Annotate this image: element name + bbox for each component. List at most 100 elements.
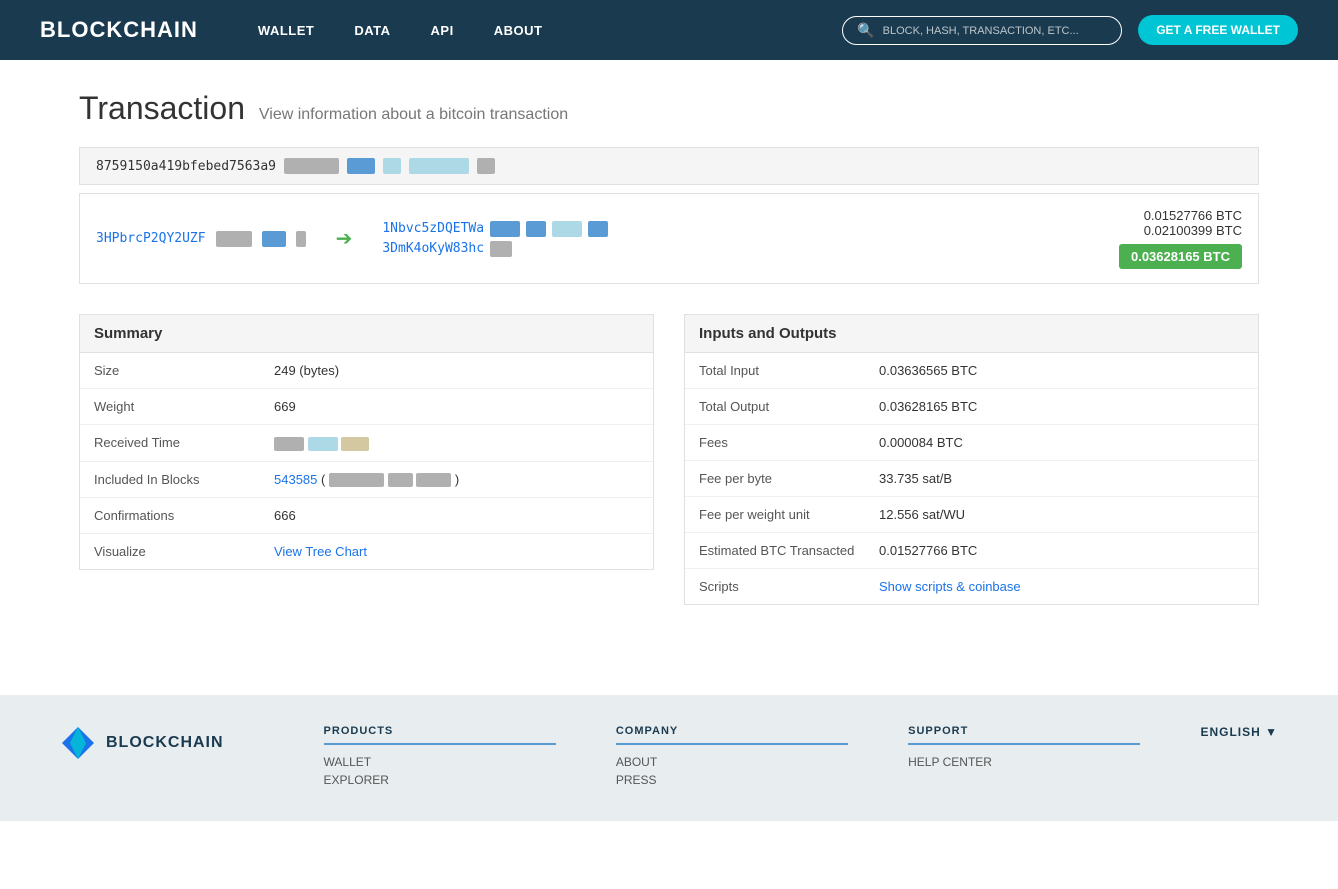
tx-flow-row: 3HPbrcP2QY2UZF ➔ 1Nbvc5zDQETWa 3DmK4oKyW… [79, 193, 1259, 284]
label-total-input: Total Input [699, 363, 879, 378]
tx-amounts: 0.01527766 BTC 0.02100399 BTC 0.03628165… [1119, 208, 1242, 269]
redacted-time-2 [308, 437, 338, 451]
search-bar: 🔍 [842, 16, 1122, 45]
footer-link-help[interactable]: HELP CENTER [908, 755, 1140, 769]
inputs-outputs-table: Total Input 0.03636565 BTC Total Output … [684, 352, 1259, 605]
footer-logo-icon [60, 725, 96, 761]
footer-link-wallet[interactable]: WALLET [324, 755, 556, 769]
redacted-time-3 [341, 437, 369, 451]
value-confirmations: 666 [274, 508, 639, 523]
io-row-fee-per-weight: Fee per weight unit 12.556 sat/WU [685, 497, 1258, 533]
value-total-output: 0.03628165 BTC [879, 399, 1244, 414]
main-content: Transaction View information about a bit… [39, 60, 1299, 635]
nav-about[interactable]: ABOUT [494, 23, 543, 38]
footer-col-support-title: SUPPORT [908, 725, 1140, 745]
tx-output-addr-2[interactable]: 3DmK4oKyW83hc [382, 241, 484, 256]
nav-api[interactable]: API [431, 23, 454, 38]
redacted-input-2 [262, 231, 286, 247]
label-fees: Fees [699, 435, 879, 450]
redacted-out-1 [490, 221, 520, 237]
footer-col-products-title: PRODUCTS [324, 725, 556, 745]
redacted-hash-2 [347, 158, 375, 174]
redacted-input-1 [216, 231, 252, 247]
io-row-total-output: Total Output 0.03628165 BTC [685, 389, 1258, 425]
header-logo: BLOCKCHAIN [40, 17, 198, 43]
search-input[interactable] [883, 23, 1108, 37]
label-size: Size [94, 363, 274, 378]
redacted-hash-3 [383, 158, 401, 174]
get-wallet-button[interactable]: GET A FREE WALLET [1138, 15, 1298, 45]
site-footer: BLOCKCHAIN PRODUCTS WALLET EXPLORER COMP… [0, 695, 1338, 821]
value-scripts: Show scripts & coinbase [879, 579, 1244, 594]
value-size: 249 (bytes) [274, 363, 639, 378]
label-estimated-btc: Estimated BTC Transacted [699, 543, 879, 558]
redacted-block-2 [388, 473, 413, 487]
tx-input-address[interactable]: 3HPbrcP2QY2UZF [96, 231, 206, 246]
arrow-icon: ➔ [336, 226, 353, 251]
value-received-time [274, 435, 639, 451]
redacted-time-1 [274, 437, 304, 451]
value-estimated-btc: 0.01527766 BTC [879, 543, 1244, 558]
io-row-scripts: Scripts Show scripts & coinbase [685, 569, 1258, 604]
label-confirmations: Confirmations [94, 508, 274, 523]
value-total-input: 0.03636565 BTC [879, 363, 1244, 378]
nav-data[interactable]: DATA [354, 23, 390, 38]
show-scripts-link[interactable]: Show scripts & coinbase [879, 579, 1021, 594]
footer-inner: BLOCKCHAIN PRODUCTS WALLET EXPLORER COMP… [60, 725, 1278, 791]
nav-wallet[interactable]: WALLET [258, 23, 314, 38]
summary-section: Summary Size 249 (bytes) Weight 669 Rece… [79, 314, 654, 605]
tx-amount-2: 0.02100399 BTC [1119, 223, 1242, 238]
page-title: Transaction [79, 90, 245, 126]
inputs-outputs-section: Inputs and Outputs Total Input 0.0363656… [684, 314, 1259, 605]
label-included-blocks: Included In Blocks [94, 472, 274, 488]
value-fee-per-byte: 33.735 sat/B [879, 471, 1244, 486]
site-header: BLOCKCHAIN WALLET DATA API ABOUT 🔍 GET A… [0, 0, 1338, 60]
redacted-out-5 [490, 241, 512, 257]
io-row-estimated-btc: Estimated BTC Transacted 0.01527766 BTC [685, 533, 1258, 569]
inputs-outputs-title: Inputs and Outputs [684, 314, 1259, 352]
tx-output-addresses: 1Nbvc5zDQETWa 3DmK4oKyW83hc [382, 221, 608, 257]
footer-col-products: PRODUCTS WALLET EXPLORER [324, 725, 556, 791]
value-fees: 0.000084 BTC [879, 435, 1244, 450]
summary-row-size: Size 249 (bytes) [80, 353, 653, 389]
summary-table: Size 249 (bytes) Weight 669 Received Tim… [79, 352, 654, 570]
footer-logo-text: BLOCKCHAIN [106, 734, 224, 752]
tx-hash-text: 8759150a419bfebed7563a9 [96, 159, 276, 174]
chevron-down-icon: ▼ [1265, 725, 1278, 739]
page-title-area: Transaction View information about a bit… [79, 90, 1259, 127]
label-scripts: Scripts [699, 579, 879, 594]
language-label: ENGLISH [1200, 725, 1260, 739]
language-button[interactable]: ENGLISH ▼ [1200, 725, 1278, 739]
label-received-time: Received Time [94, 435, 274, 451]
value-fee-per-weight: 12.556 sat/WU [879, 507, 1244, 522]
redacted-block-3 [416, 473, 451, 487]
tx-total-badge: 0.03628165 BTC [1119, 244, 1242, 269]
footer-col-company: COMPANY ABOUT PRESS [616, 725, 848, 791]
footer-language: ENGLISH ▼ [1200, 725, 1278, 739]
footer-link-press[interactable]: PRESS [616, 773, 848, 787]
summary-title: Summary [79, 314, 654, 352]
footer-link-explorer[interactable]: EXPLORER [324, 773, 556, 787]
io-row-fees: Fees 0.000084 BTC [685, 425, 1258, 461]
redacted-hash-4 [409, 158, 469, 174]
footer-link-about[interactable]: ABOUT [616, 755, 848, 769]
redacted-input-3 [296, 231, 306, 247]
tx-output-addr-1[interactable]: 1Nbvc5zDQETWa [382, 221, 484, 236]
two-col-layout: Summary Size 249 (bytes) Weight 669 Rece… [79, 314, 1259, 605]
main-nav: WALLET DATA API ABOUT [258, 23, 842, 38]
label-fee-per-byte: Fee per byte [699, 471, 879, 486]
block-link[interactable]: 543585 [274, 472, 317, 487]
footer-col-company-title: COMPANY [616, 725, 848, 745]
label-total-output: Total Output [699, 399, 879, 414]
page-subtitle: View information about a bitcoin transac… [259, 106, 568, 123]
tx-hash-bar: 8759150a419bfebed7563a9 [79, 147, 1259, 185]
redacted-out-3 [552, 221, 582, 237]
value-included-blocks: 543585 ( ) [274, 472, 639, 488]
view-tree-chart-link[interactable]: View Tree Chart [274, 544, 367, 559]
redacted-hash-1 [284, 158, 339, 174]
io-row-total-input: Total Input 0.03636565 BTC [685, 353, 1258, 389]
value-weight: 669 [274, 399, 639, 414]
search-icon: 🔍 [857, 22, 874, 39]
summary-row-confirmations: Confirmations 666 [80, 498, 653, 534]
io-row-fee-per-byte: Fee per byte 33.735 sat/B [685, 461, 1258, 497]
